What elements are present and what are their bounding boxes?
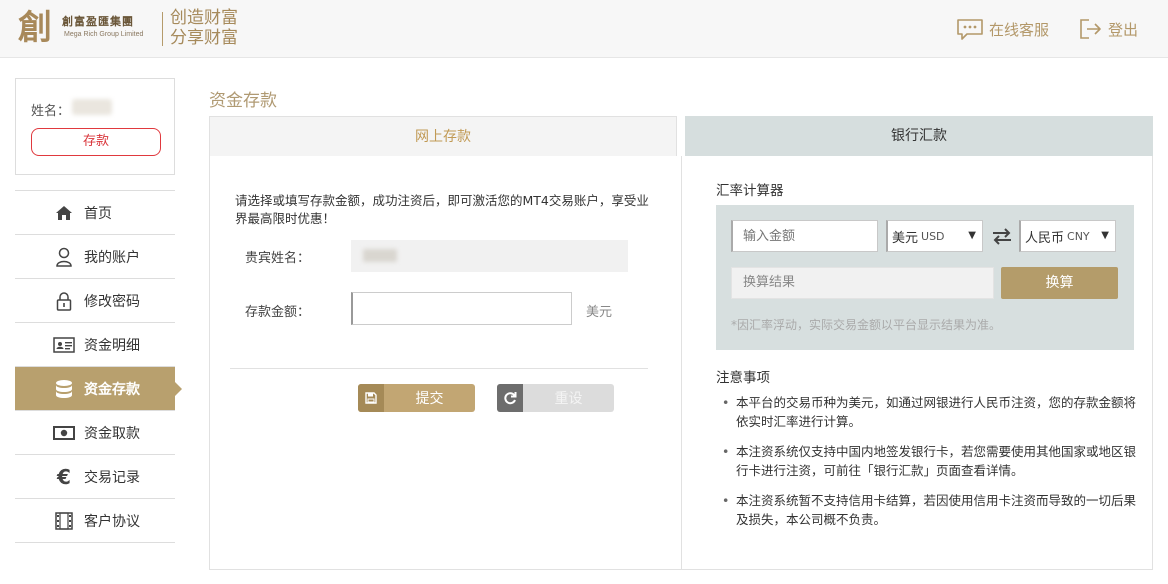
guest-name-field [351, 240, 628, 272]
company-name-en: Mega Rich Group Limited [64, 31, 144, 38]
sidebar-menu: 首页 我的账户 修改密码 资金明细 资金存款 资金取款 € 交易记录 客户协议 [15, 190, 182, 543]
currency-unit-label: 美元 [586, 305, 613, 320]
to-currency-code: CNY [1067, 229, 1090, 243]
logout-icon [1080, 19, 1101, 39]
caret-down-icon: ▼ [1101, 230, 1109, 241]
conversion-result-field: 换算结果 [731, 267, 994, 299]
home-icon [52, 203, 76, 223]
logout-label: 登出 [1108, 20, 1139, 39]
notes-title: 注意事项 [716, 370, 770, 386]
user-icon [52, 247, 76, 267]
lock-icon [52, 291, 76, 311]
slogan: 创造财富 分享财富 [170, 8, 238, 48]
online-service-link[interactable]: 在线客服 [955, 16, 1049, 42]
caret-down-icon: ▼ [968, 230, 976, 241]
tab-bank-transfer[interactable]: 银行汇款 [685, 116, 1153, 156]
deposit-button[interactable]: 存款 [31, 128, 161, 156]
euro-icon: € [57, 464, 71, 489]
sidebar-item-my-account[interactable]: 我的账户 [15, 235, 175, 279]
reset-label: 重设 [554, 391, 583, 407]
sidebar-item-label: 资金存款 [84, 381, 140, 398]
form-divider [230, 368, 648, 369]
sidebar-item-label: 修改密码 [84, 293, 140, 310]
sidebar-item-client-agreement[interactable]: 客户协议 [15, 499, 175, 543]
company-name-cn: 創富盈匯集團 [62, 15, 134, 28]
guest-name-label: 贵宾姓名： [245, 251, 311, 266]
user-name-redacted [72, 99, 112, 115]
exchange-calculator: 美元 USD ▼ 人民币 CNY ▼ 换算结果 换算 *因汇率浮动，实际交易金额… [716, 205, 1134, 350]
deposit-tabs: 网上存款 银行汇款 [209, 116, 1153, 156]
sidebar-item-change-password[interactable]: 修改密码 [15, 279, 175, 323]
id-card-icon [52, 335, 76, 355]
note-item: 本平台的交易币种为美元，如通过网银进行人民币注资，您的存款金额将依实时汇率进行计… [720, 394, 1140, 431]
top-header: 創 創富盈匯集團 Mega Rich Group Limited 创造财富 分享… [0, 0, 1168, 58]
slogan-line-1: 创造财富 [170, 8, 238, 28]
reset-button[interactable]: 重设 [497, 384, 614, 412]
sidebar-item-trade-records[interactable]: € 交易记录 [15, 455, 175, 499]
sidebar-item-label: 资金明细 [84, 337, 140, 354]
to-currency-label: 人民币 [1025, 230, 1065, 246]
save-icon [358, 384, 384, 412]
calculator-title: 汇率计算器 [716, 183, 784, 199]
logo-divider [162, 12, 163, 46]
user-info-box: 姓名： 存款 [15, 78, 175, 175]
sidebar-item-label: 交易记录 [84, 469, 140, 486]
page-title: 资金存款 [209, 91, 277, 111]
database-icon [52, 379, 76, 399]
from-currency-select[interactable]: 美元 USD ▼ [886, 220, 983, 252]
company-logo: 創 [18, 8, 52, 48]
submit-button[interactable]: 提交 [358, 384, 475, 412]
convert-button[interactable]: 换算 [1001, 267, 1118, 299]
from-currency-label: 美元 [892, 230, 919, 246]
calc-amount-input[interactable] [731, 220, 878, 252]
sidebar-item-label: 首页 [84, 205, 112, 222]
deposit-amount-input[interactable] [351, 292, 572, 325]
logout-link[interactable]: 登出 [1078, 16, 1138, 42]
guest-name-redacted [363, 249, 397, 262]
user-name-label: 姓名： [31, 104, 71, 119]
tab-online-deposit[interactable]: 网上存款 [209, 116, 677, 156]
chat-icon [957, 19, 983, 40]
sidebar-item-home[interactable]: 首页 [15, 191, 175, 235]
deposit-intro-text: 请选择或填写存款金额，成功注资后，即可激活您的MT4交易账户，享受业界最高限时优… [235, 193, 649, 226]
sidebar-item-fund-details[interactable]: 资金明细 [15, 323, 175, 367]
deposit-form-pane: 请选择或填写存款金额，成功注资后，即可激活您的MT4交易账户，享受业界最高限时优… [210, 156, 682, 569]
sidebar: 姓名： 存款 首页 我的账户 修改密码 资金明细 资金存款 资金取款 € 交易记… [15, 78, 182, 543]
from-currency-code: USD [921, 229, 945, 243]
note-item: 本注资系统暂不支持信用卡结算，若因使用信用卡注资而导致的一切后果及损失，本公司概… [720, 492, 1140, 529]
sidebar-item-label: 客户协议 [84, 513, 140, 530]
notes-list: 本平台的交易币种为美元，如通过网银进行人民币注资，您的存款金额将依实时汇率进行计… [720, 394, 1140, 541]
sidebar-item-label: 资金取款 [84, 425, 140, 442]
submit-label: 提交 [415, 391, 444, 407]
deposit-amount-label: 存款金额： [245, 305, 311, 320]
film-icon [52, 511, 76, 531]
sidebar-item-fund-withdrawal[interactable]: 资金取款 [15, 411, 175, 455]
deposit-content: 请选择或填写存款金额，成功注资后，即可激活您的MT4交易账户，享受业界最高限时优… [209, 156, 1153, 570]
slogan-line-2: 分享财富 [170, 28, 238, 48]
sidebar-item-label: 我的账户 [84, 249, 140, 266]
note-item: 本注资系统仅支持中国内地签发银行卡，若您需要使用其他国家或地区银行卡进行注资，可… [720, 443, 1140, 480]
info-pane: 汇率计算器 美元 USD ▼ 人民币 CNY ▼ 换算结果 换算 *因汇率浮动，… [682, 156, 1153, 569]
banknote-icon [52, 423, 76, 443]
online-service-label: 在线客服 [989, 20, 1050, 39]
swap-arrows-icon[interactable] [991, 225, 1013, 247]
to-currency-select[interactable]: 人民币 CNY ▼ [1019, 220, 1116, 252]
exchange-rate-note: *因汇率浮动，实际交易金额以平台显示结果为准。 [731, 318, 1002, 332]
sidebar-item-fund-deposit[interactable]: 资金存款 [15, 367, 182, 411]
refresh-icon [497, 384, 523, 412]
